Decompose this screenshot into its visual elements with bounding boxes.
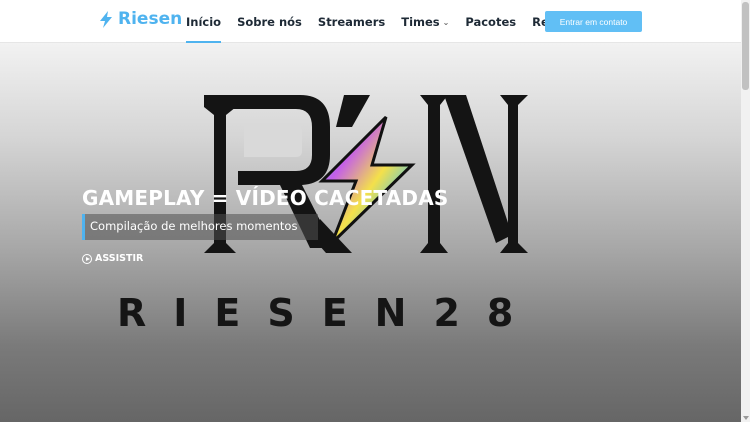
watch-button[interactable]: ASSISTIR: [82, 253, 143, 264]
scroll-thumb[interactable]: [742, 2, 749, 90]
nav-label: Início: [186, 14, 222, 29]
lightning-icon: [100, 10, 112, 28]
nav-item-sobre-nos[interactable]: Sobre nós: [237, 0, 302, 43]
hero-title: GAMEPLAY = VÍDEO CACETADAS: [82, 186, 449, 210]
nav-label: Sobre nós: [237, 14, 302, 29]
site-header: Riesen Início Sobre nós Streamers Times …: [0, 0, 741, 43]
contact-button[interactable]: Entrar em contato: [545, 11, 642, 32]
brand-logo[interactable]: Riesen: [99, 9, 182, 29]
logo-wordmark: RIESEN28: [117, 291, 541, 335]
nav-label: Streamers: [317, 14, 386, 29]
hero-subtitle: Compilação de melhores momentos: [82, 214, 318, 240]
logo-letter-n: [420, 95, 528, 253]
nav-label: Times: [401, 14, 440, 29]
nav-item-times[interactable]: Times ⌄: [401, 0, 449, 43]
logo-bolt: [318, 115, 416, 245]
chevron-down-icon: ⌄: [442, 17, 450, 27]
brand-name: Riesen: [118, 9, 183, 29]
nav-item-inicio[interactable]: Início: [186, 0, 222, 43]
main-nav: Início Sobre nós Streamers Times ⌄ Pacot…: [186, 0, 597, 43]
nav-label: Pacotes: [465, 14, 517, 29]
nav-item-streamers[interactable]: Streamers: [318, 0, 385, 43]
scroll-down-icon[interactable]: [743, 416, 749, 420]
nav-item-pacotes[interactable]: Pacotes: [465, 0, 516, 43]
hero-banner: GAMEPLAY = VÍDEO CACETADAS Compilação de…: [0, 43, 741, 422]
page-scrollbar[interactable]: [741, 0, 750, 422]
play-circle-icon: [82, 253, 92, 264]
watch-label: ASSISTIR: [95, 253, 144, 264]
